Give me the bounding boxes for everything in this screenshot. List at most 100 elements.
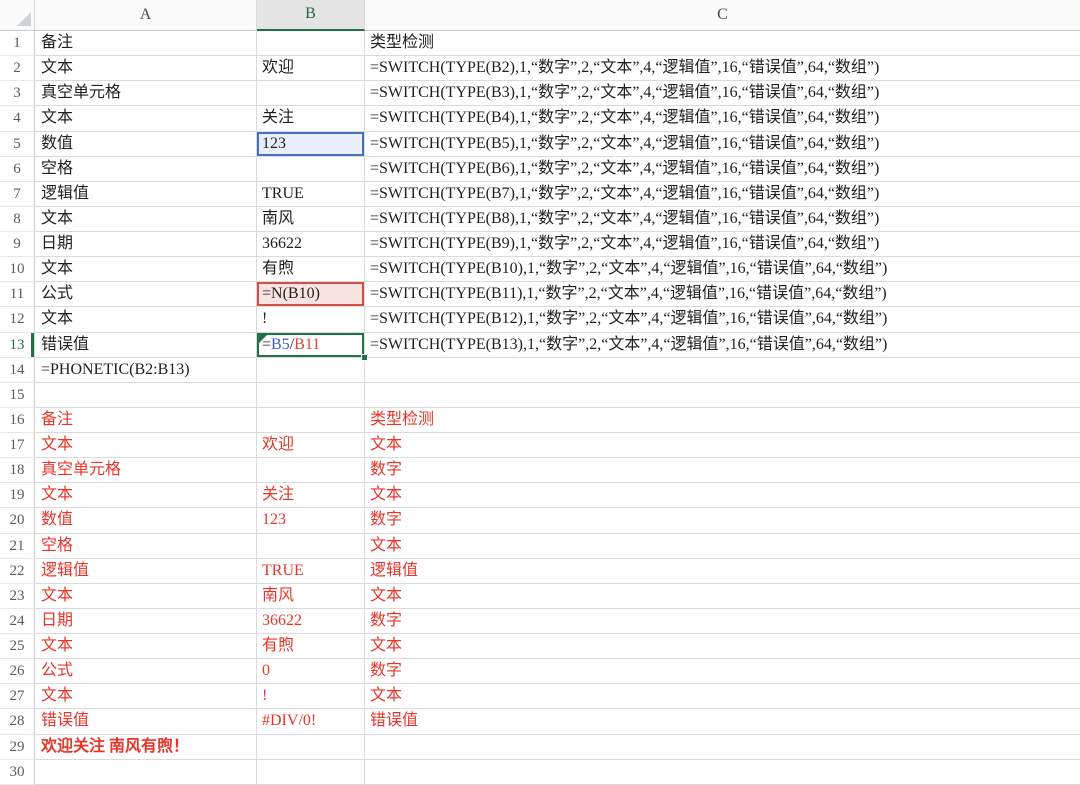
cell-a3[interactable]: 真空单元格 xyxy=(35,81,257,107)
cell-c8[interactable]: =SWITCH(TYPE(B8),1,“数字”,2,“文本”,4,“逻辑值”,1… xyxy=(365,207,1080,232)
cell-b23[interactable]: 南风 xyxy=(257,583,365,609)
cell-c11[interactable]: =SWITCH(TYPE(B11),1,“数字”,2,“文本”,4,“逻辑值”,… xyxy=(365,282,1080,308)
cell-a13[interactable]: 错误值 xyxy=(35,332,257,358)
row-header[interactable]: 1 xyxy=(0,31,35,57)
cell-c30[interactable] xyxy=(365,760,1080,785)
cell-b7[interactable]: TRUE xyxy=(257,181,365,207)
fill-handle[interactable] xyxy=(361,353,368,361)
cell-b6[interactable] xyxy=(257,156,365,182)
cell-b15[interactable] xyxy=(257,382,365,408)
row-header[interactable]: 29 xyxy=(0,734,35,760)
cell-c6[interactable]: =SWITCH(TYPE(B6),1,“数字”,2,“文本”,4,“逻辑值”,1… xyxy=(365,157,1080,182)
cell-b22[interactable]: TRUE xyxy=(257,558,365,584)
row-header[interactable]: 21 xyxy=(0,533,35,559)
cell-c12[interactable]: =SWITCH(TYPE(B12),1,“数字”,2,“文本”,4,“逻辑值”,… xyxy=(365,307,1080,333)
row-header[interactable]: 12 xyxy=(0,307,35,333)
cell-b17[interactable]: 欢迎 xyxy=(257,433,365,459)
cell-a17[interactable]: 文本 xyxy=(35,433,257,459)
cell-b18[interactable] xyxy=(257,458,365,484)
row-header[interactable]: 2 xyxy=(0,56,35,82)
cell-b5-reference[interactable]: 123 xyxy=(257,131,365,157)
cell-a12[interactable]: 文本 xyxy=(35,307,257,333)
cell-a15[interactable] xyxy=(35,382,257,408)
row-header[interactable]: 6 xyxy=(0,156,35,182)
row-header[interactable]: 7 xyxy=(0,181,35,207)
cell-a16[interactable]: 备注 xyxy=(35,407,257,433)
cell-a21[interactable]: 空格 xyxy=(35,533,257,559)
row-header[interactable]: 23 xyxy=(0,583,35,609)
row-header[interactable]: 22 xyxy=(0,558,35,584)
cell-b2[interactable]: 欢迎 xyxy=(257,56,365,82)
cell-c18[interactable]: 数字 xyxy=(365,458,1080,484)
cell-a7[interactable]: 逻辑值 xyxy=(35,181,257,207)
cell-b16[interactable] xyxy=(257,407,365,433)
column-header-c[interactable]: C xyxy=(365,0,1080,31)
cell-a14[interactable]: =PHONETIC(B2:B13) xyxy=(35,357,257,383)
cell-a29[interactable]: 欢迎关注 南风有煦！ xyxy=(35,734,257,760)
cell-c25[interactable]: 文本 xyxy=(365,634,1080,660)
cell-c9[interactable]: =SWITCH(TYPE(B9),1,“数字”,2,“文本”,4,“逻辑值”,1… xyxy=(365,232,1080,258)
cell-c24[interactable]: 数字 xyxy=(365,609,1080,634)
select-all-corner[interactable] xyxy=(0,0,35,31)
cell-a10[interactable]: 文本 xyxy=(35,257,257,283)
cell-a22[interactable]: 逻辑值 xyxy=(35,558,257,584)
cell-a1[interactable]: 备注 xyxy=(35,31,257,57)
cell-b29[interactable] xyxy=(257,734,365,760)
cell-b27[interactable]: ! xyxy=(257,684,365,710)
cell-c5[interactable]: =SWITCH(TYPE(B5),1,“数字”,2,“文本”,4,“逻辑值”,1… xyxy=(365,132,1080,157)
cell-b10[interactable]: 有煦 xyxy=(257,257,365,283)
cell-b24[interactable]: 36622 xyxy=(257,608,365,634)
row-header[interactable]: 5 xyxy=(0,131,35,157)
cell-c2[interactable]: =SWITCH(TYPE(B2),1,“数字”,2,“文本”,4,“逻辑值”,1… xyxy=(365,56,1080,82)
cell-c28[interactable]: 错误值 xyxy=(365,709,1080,735)
cell-a20[interactable]: 数值 xyxy=(35,508,257,534)
row-header[interactable]: 19 xyxy=(0,483,35,509)
cell-b1[interactable] xyxy=(257,31,365,57)
row-header[interactable]: 26 xyxy=(0,659,35,685)
row-header[interactable]: 11 xyxy=(0,282,35,308)
cell-b21[interactable] xyxy=(257,533,365,559)
cell-c10[interactable]: =SWITCH(TYPE(B10),1,“数字”,2,“文本”,4,“逻辑值”,… xyxy=(365,257,1080,283)
cell-a5[interactable]: 数值 xyxy=(35,131,257,157)
cell-b25[interactable]: 有煦 xyxy=(257,634,365,660)
cell-c19[interactable]: 文本 xyxy=(365,483,1080,509)
row-header[interactable]: 4 xyxy=(0,106,35,132)
row-header[interactable]: 24 xyxy=(0,608,35,634)
cell-a9[interactable]: 日期 xyxy=(35,232,257,258)
cell-c4[interactable]: =SWITCH(TYPE(B4),1,“数字”,2,“文本”,4,“逻辑值”,1… xyxy=(365,106,1080,132)
row-header[interactable]: 16 xyxy=(0,407,35,433)
row-header[interactable]: 18 xyxy=(0,458,35,484)
cell-a18[interactable]: 真空单元格 xyxy=(35,458,257,484)
row-header[interactable]: 14 xyxy=(0,357,35,383)
cell-b4[interactable]: 关注 xyxy=(257,106,365,132)
row-header[interactable]: 3 xyxy=(0,81,35,107)
cell-b8[interactable]: 南风 xyxy=(257,206,365,232)
row-header[interactable]: 15 xyxy=(0,382,35,408)
row-header[interactable]: 13 xyxy=(0,332,35,358)
cell-b30[interactable] xyxy=(257,759,365,785)
cell-a25[interactable]: 文本 xyxy=(35,634,257,660)
cell-c26[interactable]: 数字 xyxy=(365,659,1080,685)
cell-c29[interactable] xyxy=(365,735,1080,760)
cell-c13[interactable]: =SWITCH(TYPE(B13),1,“数字”,2,“文本”,4,“逻辑值”,… xyxy=(365,333,1080,358)
cell-c27[interactable]: 文本 xyxy=(365,684,1080,710)
row-header[interactable]: 28 xyxy=(0,709,35,735)
cell-a19[interactable]: 文本 xyxy=(35,483,257,509)
cell-b28[interactable]: #DIV/0! xyxy=(257,709,365,735)
cell-b11-reference[interactable]: =N(B10) xyxy=(257,282,365,308)
cell-b3[interactable] xyxy=(257,81,365,107)
cell-a28[interactable]: 错误值 xyxy=(35,709,257,735)
cell-b20[interactable]: 123 xyxy=(257,508,365,534)
cell-b12[interactable]: ! xyxy=(257,307,365,333)
cell-c7[interactable]: =SWITCH(TYPE(B7),1,“数字”,2,“文本”,4,“逻辑值”,1… xyxy=(365,182,1080,207)
cell-c15[interactable] xyxy=(365,383,1080,408)
cell-a11[interactable]: 公式 xyxy=(35,282,257,308)
cell-c21[interactable]: 文本 xyxy=(365,534,1080,559)
cell-c14[interactable] xyxy=(365,358,1080,383)
row-header[interactable]: 20 xyxy=(0,508,35,534)
column-header-a[interactable]: A xyxy=(35,0,257,31)
row-header[interactable]: 30 xyxy=(0,759,35,785)
cell-c17[interactable]: 文本 xyxy=(365,433,1080,459)
cell-b9[interactable]: 36622 xyxy=(257,232,365,258)
cell-c16[interactable]: 类型检测 xyxy=(365,408,1080,433)
